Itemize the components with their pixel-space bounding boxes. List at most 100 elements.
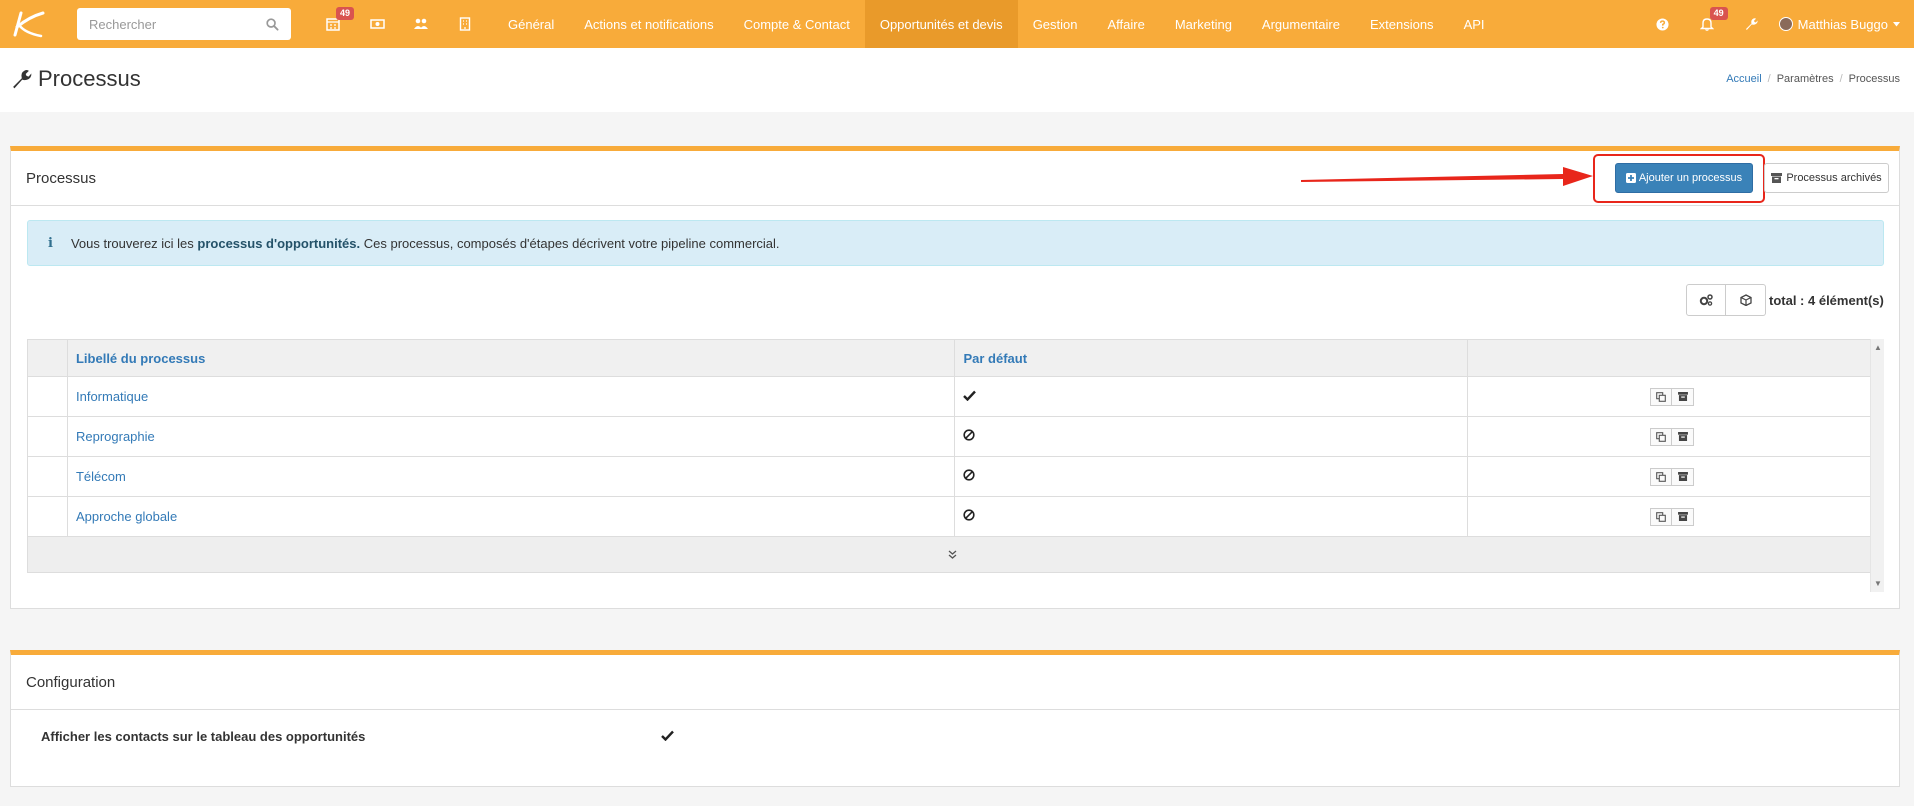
duplicate-button[interactable] [1650,427,1673,446]
actions-cell [1467,496,1877,537]
duplicate-button[interactable] [1650,387,1673,406]
setting-label: Afficher les contacts sur le tableau des… [41,729,366,744]
archive-icon [1677,432,1688,441]
column-settings-button[interactable] [1686,284,1726,316]
menu-gestion[interactable]: Gestion [1018,0,1093,48]
archive-icon [1677,512,1688,521]
total-count: total : 4 élément(s) [1769,293,1884,308]
help-button[interactable] [1641,0,1685,48]
archive-button[interactable] [1672,507,1695,526]
row-select-cell [27,456,68,497]
menu-actions-notifications[interactable]: Actions et notifications [569,0,728,48]
configuration-panel: Configuration Afficher les contacts sur … [10,650,1900,787]
process-label-cell: Télécom [66,456,956,497]
menu-argumentaire[interactable]: Argumentaire [1247,0,1355,48]
question-circle-icon [1656,17,1669,31]
breadcrumb-current: Processus [1848,73,1900,85]
table-row: Reprographie [27,416,1877,457]
user-name: Matthias Buggo [1797,16,1888,32]
info-icon: i [48,235,53,251]
setting-value[interactable] [661,729,674,744]
menu-extensions[interactable]: Extensions [1355,0,1449,48]
page-title: Processus [10,66,141,92]
money-shortcut[interactable] [355,0,399,48]
building-icon [459,17,471,31]
user-menu[interactable]: Matthias Buggo [1773,17,1914,32]
caret-down-icon [1893,21,1900,26]
archive-button[interactable] [1672,427,1695,446]
copy-icon [1656,431,1666,442]
breadcrumb-settings[interactable]: Paramètres [1777,73,1834,85]
process-label-cell: Reprographie [66,416,956,457]
add-process-label: Ajouter un processus [1638,172,1743,184]
add-process-button[interactable]: Ajouter un processus [1615,163,1753,193]
menu-opportunites-devis[interactable]: Opportunités et devis [864,0,1018,48]
app-logo[interactable] [4,0,54,48]
menu-compte-contact[interactable]: Compte & Contact [729,0,865,48]
process-link[interactable]: Approche globale [76,509,177,524]
column-header-actions [1467,339,1877,377]
archive-button[interactable] [1672,467,1695,486]
ban-icon [963,469,976,481]
menu-api[interactable]: API [1449,0,1500,48]
notifications-badge: 49 [1709,7,1728,20]
column-header-default[interactable]: Par défaut [954,339,1469,377]
scroll-up-icon[interactable]: ▲ [1874,343,1882,352]
top-navbar: 49 Général Actions et notifications Comp… [0,0,1914,48]
archived-processes-button[interactable]: Processus archivés [1764,163,1889,193]
default-cell [954,456,1469,497]
processes-panel-heading: Processus Ajouter un processus Processus… [11,151,1899,206]
breadcrumb-separator: / [1839,73,1843,85]
cube-icon [1739,294,1752,306]
alert-text-bold: processus d'opportunités. [197,235,361,251]
export-button[interactable] [1726,284,1766,316]
duplicate-button[interactable] [1650,467,1673,486]
settings-button[interactable] [1729,0,1773,48]
process-label-cell: Approche globale [66,496,956,537]
row-select-cell [27,496,68,537]
wrench-icon [1745,18,1758,30]
menu-affaire[interactable]: Affaire [1093,0,1160,48]
default-cell [954,416,1469,457]
search-icon[interactable] [266,17,279,31]
company-shortcut[interactable] [443,0,487,48]
default-cell [954,496,1469,537]
column-header-label[interactable]: Libellé du processus [66,339,956,377]
archive-icon [1677,472,1688,481]
default-cell [954,376,1469,417]
wrench-icon [13,70,32,89]
process-link[interactable]: Reprographie [76,429,155,444]
avatar [1778,17,1793,31]
process-label-cell: Informatique [66,376,956,417]
column-header-select [27,339,68,377]
calendar-shortcut[interactable]: 49 [311,0,355,48]
breadcrumb: Accueil / Paramètres / Processus [1726,73,1900,85]
ban-icon [963,429,976,441]
processes-table: Libellé du processus Par défaut Informat… [27,339,1877,573]
search-box[interactable] [77,8,291,40]
contacts-shortcut[interactable] [399,0,443,48]
scroll-down-icon[interactable]: ▼ [1874,579,1882,588]
actions-cell [1467,416,1877,457]
duplicate-button[interactable] [1650,507,1673,526]
archive-button[interactable] [1672,387,1695,406]
table-scrollbar[interactable]: ▲ ▼ [1870,339,1884,592]
search-input[interactable] [89,16,249,32]
process-link[interactable]: Informatique [76,389,148,404]
menu-general[interactable]: Général [493,0,569,48]
copy-icon [1656,471,1666,482]
configuration-panel-heading: Configuration [11,655,1899,710]
load-more-cell[interactable] [27,536,1877,573]
archive-icon [1677,392,1688,401]
table-row: Télécom [27,456,1877,497]
annotation-arrow-icon [1301,167,1593,186]
breadcrumb-home[interactable]: Accueil [1726,73,1761,85]
ban-icon [963,509,976,521]
process-link[interactable]: Télécom [76,469,126,484]
menu-marketing[interactable]: Marketing [1160,0,1247,48]
info-alert: i Vous trouverez ici les processus d'opp… [27,220,1884,266]
main-menu: Général Actions et notifications Compte … [493,0,1500,48]
alert-text-prefix: Vous trouverez ici les [70,235,198,251]
alert-text-suffix: Ces processus, composés d'étapes décrive… [360,235,780,251]
notifications-button[interactable]: 49 [1685,0,1729,48]
